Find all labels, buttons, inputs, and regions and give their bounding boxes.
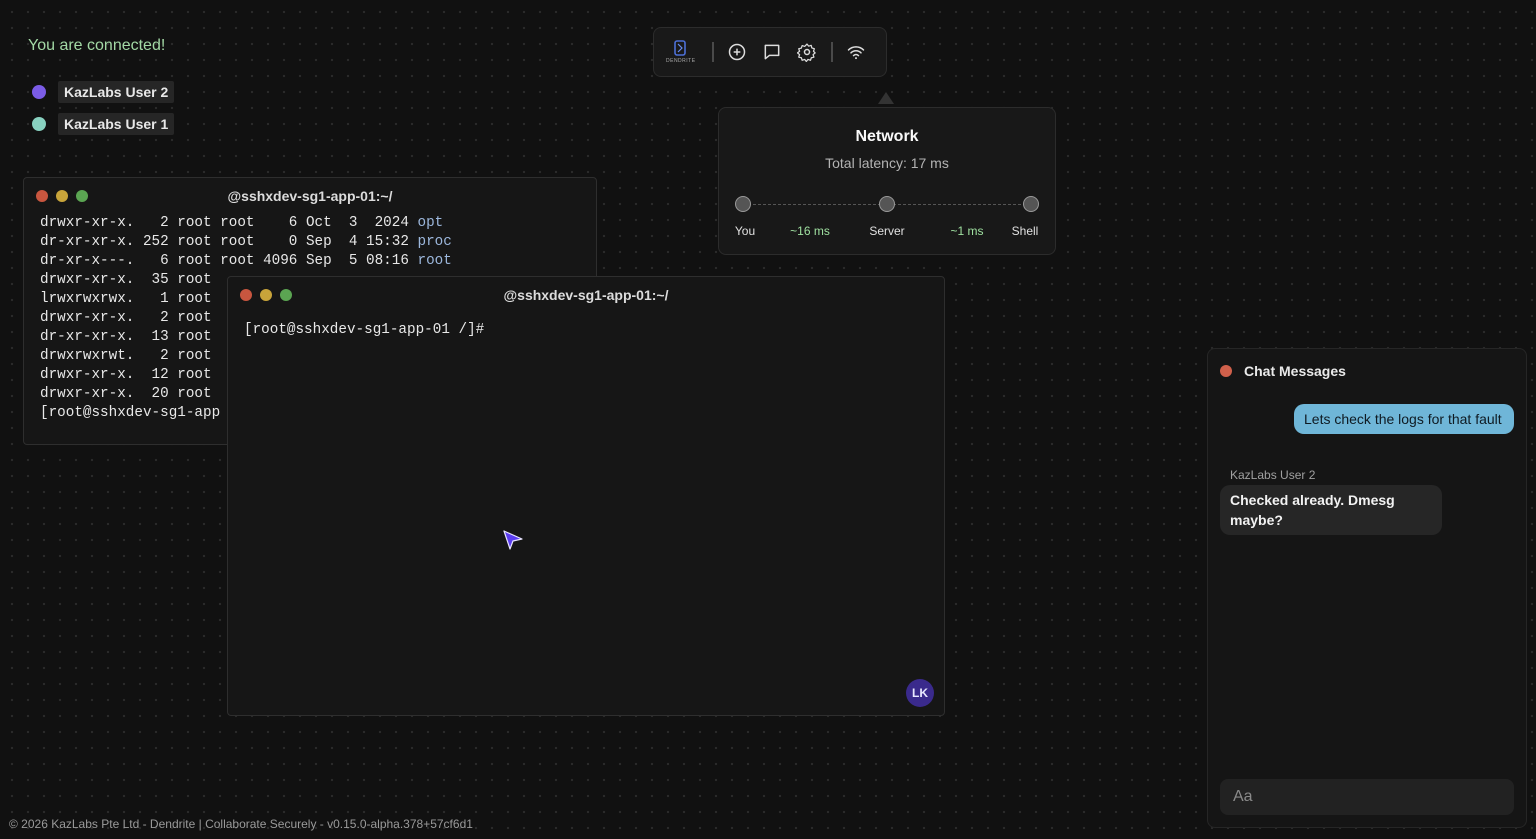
node-you [735,196,751,212]
terminal-line-text: lrwxrwxrwx. 1 root [40,291,221,307]
chat-input[interactable] [1220,779,1514,815]
hop-latency: ~1 ms [950,224,984,238]
terminal-line-text: dr-xr-x---. 6 root root 4096 Sep 5 08:16 [40,253,418,269]
node-server [879,196,895,212]
terminal-titlebar[interactable]: @sshxdev-sg1-app-01:~/ [228,277,944,313]
user-color-dot [32,117,46,131]
user-color-dot [32,85,46,99]
dendrite-logo-icon[interactable]: DENDRITE [666,37,696,67]
user-list: KazLabs User 2 KazLabs User 1 [32,80,175,144]
terminal-line-text: drwxr-xr-x. 2 root root 6 Oct 3 2024 [40,215,418,231]
node-shell [1023,196,1039,212]
terminal-window[interactable]: @sshxdev-sg1-app-01:~/ [root@sshxdev-sg1… [227,276,945,716]
directory-name: proc [417,234,452,250]
terminal-line-text: drwxr-xr-x. 35 root [40,272,221,288]
footer: © 2026 KazLabs Pte Ltd - Dendrite | Coll… [9,817,473,831]
terminal-line-text: dr-xr-xr-x. 252 root root 0 Sep 4 15:32 [40,234,418,250]
terminal-title: @sshxdev-sg1-app-01:~/ [227,188,393,204]
terminal-prompt[interactable]: [root@sshxdev-sg1-app-01 /]# [228,313,944,340]
popover-arrow [878,92,894,104]
network-popover: Network Total latency: 17 ms You ~16 ms … [718,107,1056,255]
total-latency: Total latency: 17 ms [825,155,949,171]
incoming-message: Checked already. Dmesg maybe? [1220,485,1442,535]
terminal-line-text: drwxr-xr-x. 2 root [40,310,221,326]
logo-mark [673,40,686,56]
outgoing-message: Lets check the logs for that fault [1294,404,1514,434]
chat-panel: Chat Messages Lets check the logs for th… [1207,348,1527,828]
chat-title: Chat Messages [1244,363,1346,379]
user-row: KazLabs User 2 [32,80,175,104]
node-label-server: Server [869,224,905,238]
gear-icon [797,43,817,62]
new-terminal-button[interactable] [723,37,752,67]
wifi-icon [848,46,865,60]
chat-button[interactable] [758,37,787,67]
plus-circle-icon [728,43,746,61]
terminal-line-text: drwxr-xr-x. 20 root [40,386,221,402]
user-row: KazLabs User 1 [32,112,175,136]
network-title: Network [855,128,919,145]
terminal-titlebar[interactable]: @sshxdev-sg1-app-01:~/ [24,178,596,214]
network-button[interactable] [842,37,871,67]
logo-text: DENDRITE [666,58,696,64]
toolbar: DENDRITE [653,27,887,77]
chat-bubble-icon [764,44,780,60]
user-name: KazLabs User 1 [58,113,175,135]
terminal-line-text: drwxrwxrwt. 2 root [40,348,221,364]
chat-header: Chat Messages [1220,363,1346,379]
terminal-line: drwxr-xr-x. 2 root root 6 Oct 3 2024 opt [40,214,596,233]
message-sender: KazLabs User 2 [1230,468,1316,482]
connection-status: You are connected! [28,37,166,54]
hop-latency: ~16 ms [790,224,830,238]
terminal-line: dr-xr-xr-x. 252 root root 0 Sep 4 15:32 … [40,233,596,252]
terminal-line-text: [root@sshxdev-sg1-app [40,405,221,421]
node-label-shell: Shell [1011,224,1039,238]
avatar: LK [906,679,934,707]
node-label-you: You [734,224,756,238]
toolbar-divider [830,42,833,62]
toolbar-divider [711,42,714,62]
terminal-line: dr-xr-x---. 6 root root 4096 Sep 5 08:16… [40,252,596,271]
terminal-title: @sshxdev-sg1-app-01:~/ [503,287,669,303]
settings-button[interactable] [793,37,822,67]
directory-name: root [417,253,452,269]
user-name: KazLabs User 2 [58,81,175,103]
terminal-line-text: dr-xr-xr-x. 13 root [40,329,221,345]
directory-name: opt [417,215,444,231]
terminal-line-text: drwxr-xr-x. 12 root [40,367,221,383]
remote-cursor-icon [503,530,523,550]
chat-status-dot [1220,365,1232,377]
